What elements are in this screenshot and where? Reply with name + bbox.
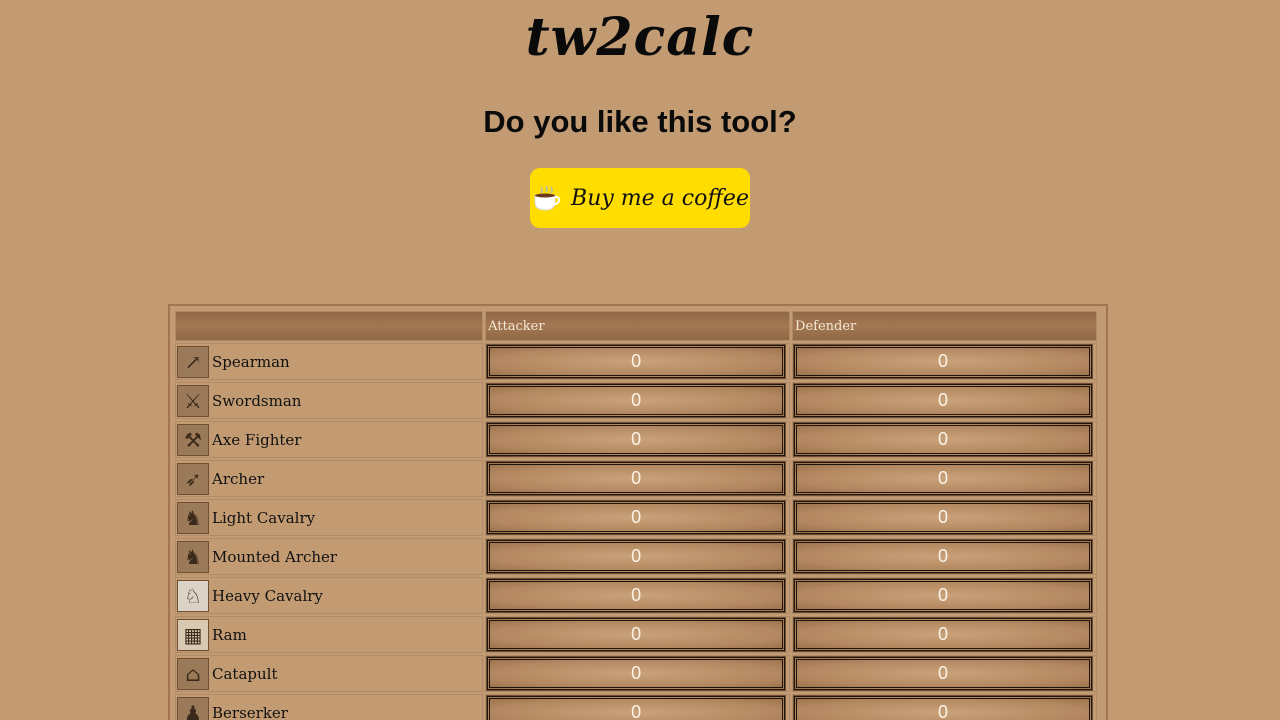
defender-catapult-input[interactable]: [793, 656, 1094, 691]
catapult-icon: ⌂: [177, 657, 209, 690]
axe-icon: ⚒: [177, 423, 209, 456]
unit-name: Ram: [212, 625, 247, 644]
page: tw2calc Do you like this tool? Buy me a …: [0, 0, 1280, 720]
defender-heavy-cavalry-input[interactable]: [793, 578, 1094, 613]
unit-catapult: ⌂ Catapult: [176, 657, 482, 690]
attacker-heavy-cavalry-input[interactable]: [486, 578, 787, 613]
defender-column-header: Defender: [792, 311, 1097, 341]
table-row: ⌂ Catapult: [175, 655, 1097, 692]
unit-light-cavalry: ♞ Light Cavalry: [176, 501, 482, 534]
table-row: ▦ Ram: [175, 616, 1097, 653]
attacker-light-cavalry-input[interactable]: [486, 500, 787, 535]
attacker-berserker-input[interactable]: [486, 695, 787, 720]
bow-icon: ➶: [177, 462, 209, 495]
unit-heavy-cavalry: ♘ Heavy Cavalry: [176, 579, 482, 612]
table-row: ⚒ Axe Fighter: [175, 421, 1097, 458]
unit-name: Heavy Cavalry: [212, 586, 323, 605]
table-row: ⚔ Swordsman: [175, 382, 1097, 419]
buy-me-a-coffee-button[interactable]: Buy me a coffee: [530, 168, 750, 228]
sword-icon: ⚔: [177, 384, 209, 417]
units-table: Attacker Defender ↗Spearman ⚔Swordsman ⚒…: [173, 309, 1099, 720]
unit-name: Archer: [212, 469, 265, 488]
attacker-ram-input[interactable]: [486, 617, 787, 652]
unit-mounted-archer: ♞ Mounted Archer: [176, 540, 482, 573]
unit-berserker: ♟ Berserker: [176, 696, 482, 720]
attacker-mounted-archer-input[interactable]: [486, 539, 787, 574]
units-table-container: Attacker Defender ↗Spearman ⚔Swordsman ⚒…: [168, 304, 1108, 720]
unit-name: Spearman: [212, 352, 290, 371]
attacker-archer-input[interactable]: [486, 461, 787, 496]
coffee-cup-icon: [531, 183, 561, 213]
unit-name: Axe Fighter: [212, 430, 302, 449]
defender-spearman-input[interactable]: [793, 344, 1094, 379]
unit-name: Mounted Archer: [212, 547, 338, 566]
site-logo[interactable]: tw2calc: [0, 8, 1280, 68]
unit-name: Berserker: [212, 703, 288, 720]
ram-icon: ▦: [177, 618, 209, 651]
heavy-cavalry-icon: ♘: [177, 579, 209, 612]
table-header-row: Attacker Defender: [175, 311, 1097, 341]
unit-archer: ➶ Archer: [176, 462, 482, 495]
table-row: ↗ Spearman: [175, 343, 1097, 380]
unit-name: Swordsman: [212, 391, 302, 410]
attacker-spearman-input[interactable]: [486, 344, 787, 379]
buy-me-a-coffee-label: Buy me a coffee: [571, 185, 749, 211]
attacker-axe-fighter-input[interactable]: [486, 422, 787, 457]
unit-spearman: ↗ Spearman: [176, 345, 482, 378]
defender-light-cavalry-input[interactable]: [793, 500, 1094, 535]
attacker-catapult-input[interactable]: [486, 656, 787, 691]
unit-name: Light Cavalry: [212, 508, 316, 527]
unit-name: Catapult: [212, 664, 278, 683]
unit-axe-fighter: ⚒ Axe Fighter: [176, 423, 482, 456]
light-cavalry-icon: ♞: [177, 501, 209, 534]
attacker-swordsman-input[interactable]: [486, 383, 787, 418]
unit-ram: ▦ Ram: [176, 618, 482, 651]
unit-swordsman: ⚔ Swordsman: [176, 384, 482, 417]
spear-icon: ↗: [177, 345, 209, 378]
table-row: ♞ Mounted Archer: [175, 538, 1097, 575]
defender-berserker-input[interactable]: [793, 695, 1094, 720]
defender-archer-input[interactable]: [793, 461, 1094, 496]
table-row: ➶ Archer: [175, 460, 1097, 497]
table-row: ♘ Heavy Cavalry: [175, 577, 1097, 614]
defender-ram-input[interactable]: [793, 617, 1094, 652]
mounted-archer-icon: ♞: [177, 540, 209, 573]
table-row: ♟ Berserker: [175, 694, 1097, 720]
defender-axe-fighter-input[interactable]: [793, 422, 1094, 457]
promo-heading: Do you like this tool?: [483, 104, 797, 139]
berserker-icon: ♟: [177, 696, 209, 720]
attacker-column-header: Attacker: [485, 311, 791, 341]
defender-swordsman-input[interactable]: [793, 383, 1094, 418]
unit-column-header: [175, 311, 484, 341]
defender-mounted-archer-input[interactable]: [793, 539, 1094, 574]
table-row: ♞ Light Cavalry: [175, 499, 1097, 536]
